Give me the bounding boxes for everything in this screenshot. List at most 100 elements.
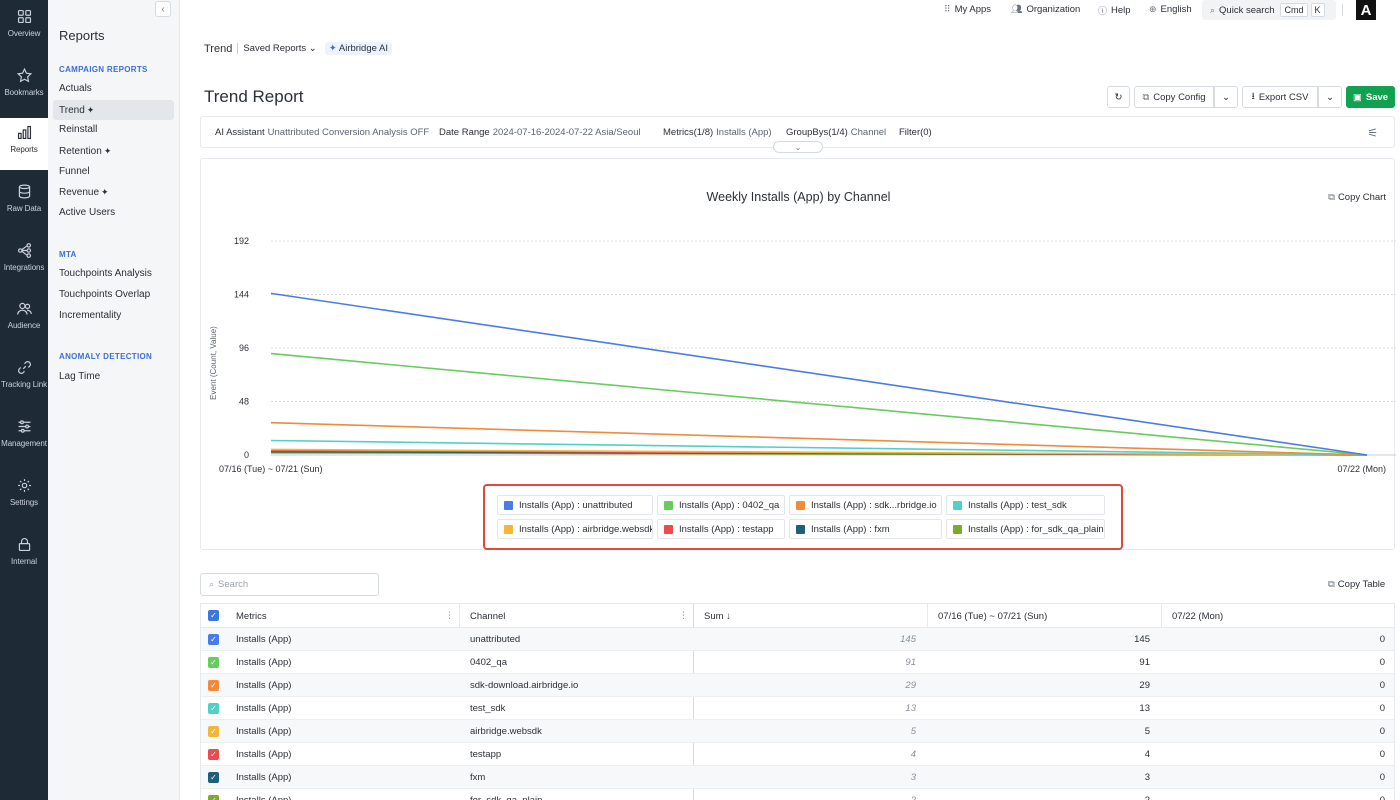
avatar[interactable]: A bbox=[1356, 0, 1376, 20]
rail-item-internal[interactable]: Internal bbox=[0, 530, 48, 582]
sliders-icon bbox=[18, 420, 30, 433]
star-icon bbox=[16, 67, 32, 83]
legend-item[interactable]: Installs (App) : test_sdk bbox=[946, 495, 1105, 515]
filter-config[interactable]: Filter(0) bbox=[899, 127, 932, 138]
refresh-button[interactable]: ↻ bbox=[1107, 86, 1130, 108]
metrics-config[interactable]: Metrics(1/8) Installs (App) bbox=[663, 127, 772, 138]
search-input[interactable] bbox=[218, 579, 369, 590]
row-checkbox[interactable]: ✓ bbox=[208, 749, 219, 760]
select-all-checkbox[interactable]: ✓ bbox=[208, 610, 219, 621]
expand-config-toggle[interactable]: ⌄ bbox=[773, 141, 823, 153]
sidebar-item-active-users[interactable]: Active Users bbox=[53, 203, 174, 223]
row-checkbox[interactable]: ✓ bbox=[208, 795, 219, 800]
audience-icon bbox=[16, 302, 32, 315]
week-value-cell: 91 bbox=[1139, 657, 1150, 668]
rail-item-reports[interactable]: Reports bbox=[0, 118, 48, 170]
collapse-sidebar-button[interactable]: ‹ bbox=[155, 1, 171, 17]
row-checkbox[interactable]: ✓ bbox=[208, 703, 219, 714]
copy-config-dropdown[interactable]: ⌄ bbox=[1214, 86, 1238, 108]
table-row[interactable]: ✓ Installs (App) 0402_qa 91 91 0 bbox=[201, 651, 1394, 674]
column-header-metrics[interactable]: Metrics bbox=[236, 611, 267, 622]
quick-search-button[interactable]: ⌕ Quick search Cmd K bbox=[1202, 0, 1336, 20]
save-button[interactable]: ▣ Save bbox=[1346, 86, 1395, 108]
language-selector[interactable]: ⊕ English bbox=[1149, 4, 1192, 15]
table-row[interactable]: ✓ Installs (App) for_sdk_qa_plain 2 2 0 bbox=[201, 789, 1394, 800]
ai-assistant-config[interactable]: AI Assistant Unattributed Conversion Anal… bbox=[215, 127, 429, 138]
copy-table-button[interactable]: ⧉ Copy Table bbox=[1328, 579, 1385, 590]
row-checkbox[interactable]: ✓ bbox=[208, 772, 219, 783]
legend-swatch bbox=[664, 500, 673, 510]
table-header: ✓ Metrics ⋮ Channel ⋮ Sum ↓ 07/16 (Tue) … bbox=[201, 604, 1394, 628]
row-checkbox[interactable]: ✓ bbox=[208, 634, 219, 645]
legend-item[interactable]: Installs (App) : unattributed bbox=[497, 495, 653, 515]
week-value-cell: 4 bbox=[1144, 749, 1150, 760]
shortcut-key: Cmd bbox=[1280, 3, 1308, 17]
day-value-cell: 0 bbox=[1379, 749, 1385, 760]
column-menu-icon[interactable]: ⋮ bbox=[445, 610, 454, 621]
row-checkbox[interactable]: ✓ bbox=[208, 657, 219, 668]
help-link[interactable]: ⓘ Help bbox=[1098, 4, 1131, 17]
saved-reports-dropdown[interactable]: Saved Reports ⌄ bbox=[243, 43, 316, 54]
sidebar-item-touchpoints-overlap[interactable]: Touchpoints Overlap bbox=[53, 285, 174, 305]
globe-icon: ⊕ bbox=[1149, 4, 1157, 14]
row-checkbox[interactable]: ✓ bbox=[208, 726, 219, 737]
sidebar-item-retention[interactable]: Retention ✦ bbox=[53, 141, 174, 161]
legend-item[interactable]: Installs (App) : airbridge.websdk bbox=[497, 519, 653, 539]
sidebar-item-lag-time[interactable]: Lag Time bbox=[53, 367, 174, 387]
export-csv-dropdown[interactable]: ⌄ bbox=[1318, 86, 1342, 108]
rail-item-tracking-link[interactable]: Tracking Link bbox=[0, 353, 48, 405]
sidebar-item-funnel[interactable]: Funnel bbox=[53, 162, 174, 182]
table-row[interactable]: ✓ Installs (App) fxm 3 3 0 bbox=[201, 766, 1394, 789]
organization-link[interactable]: 👥︎ Organization bbox=[1011, 4, 1080, 15]
table-row[interactable]: ✓ Installs (App) sdk-download.airbridge.io… bbox=[201, 674, 1394, 697]
sidebar-item-incrementality[interactable]: Incrementality bbox=[53, 306, 174, 326]
rail-item-integrations[interactable]: Integrations bbox=[0, 236, 48, 288]
column-header-day[interactable]: 07/22 (Mon) bbox=[1172, 611, 1223, 622]
legend-item[interactable]: Installs (App) : for_sdk_qa_plain bbox=[946, 519, 1105, 539]
column-menu-icon[interactable]: ⋮ bbox=[679, 610, 688, 621]
divider bbox=[237, 43, 239, 54]
sidebar-item-trend[interactable]: Trend ✦ bbox=[53, 100, 174, 120]
rail-item-raw-data[interactable]: Raw Data bbox=[0, 177, 48, 229]
sidebar-section-campaign-reports: CAMPAIGN REPORTS bbox=[59, 65, 148, 74]
week-value-cell: 13 bbox=[1139, 703, 1150, 714]
sidebar-item-revenue[interactable]: Revenue ✦ bbox=[53, 182, 174, 202]
rail-item-settings[interactable]: Settings bbox=[0, 471, 48, 523]
rail-item-overview[interactable]: Overview bbox=[0, 2, 48, 54]
table-row[interactable]: ✓ Installs (App) airbridge.websdk 5 5 0 bbox=[201, 720, 1394, 743]
sum-cell: 3 bbox=[910, 772, 916, 783]
divider bbox=[1342, 4, 1343, 16]
legend-label: Installs (App) : testapp bbox=[679, 523, 774, 535]
column-header-week[interactable]: 07/16 (Tue) ~ 07/21 (Sun) bbox=[938, 611, 1047, 622]
breadcrumb-trend[interactable]: Trend bbox=[204, 43, 232, 55]
export-csv-button[interactable]: ⭳ Export CSV bbox=[1242, 86, 1318, 108]
sidebar-item-actuals[interactable]: Actuals bbox=[53, 79, 174, 99]
gear-icon bbox=[17, 479, 31, 492]
config-key: Metrics(1/8) bbox=[663, 127, 714, 138]
settings-sliders-icon[interactable]: ⚟ bbox=[1367, 126, 1378, 140]
airbridge-ai-button[interactable]: ✦ Airbridge AI bbox=[324, 42, 392, 55]
row-checkbox[interactable]: ✓ bbox=[208, 680, 219, 691]
date-range-config[interactable]: Date Range 2024-07-16-2024-07-22 Asia/Seo… bbox=[439, 127, 641, 138]
my-apps-link[interactable]: ⠿ My Apps bbox=[944, 4, 991, 15]
table-row[interactable]: ✓ Installs (App) testapp 4 4 0 bbox=[201, 743, 1394, 766]
legend-item[interactable]: Installs (App) : fxm bbox=[789, 519, 942, 539]
rail-item-management[interactable]: Management bbox=[0, 412, 48, 464]
rail-item-audience[interactable]: Audience bbox=[0, 294, 48, 346]
copy-config-button[interactable]: ⧉ Copy Config bbox=[1134, 86, 1214, 108]
legend-item[interactable]: Installs (App) : 0402_qa bbox=[657, 495, 785, 515]
groupbys-config[interactable]: GroupBys(1/4) Channel bbox=[786, 127, 886, 138]
table-row[interactable]: ✓ Installs (App) test_sdk 13 13 0 bbox=[201, 697, 1394, 720]
legend-swatch bbox=[664, 524, 673, 534]
sidebar-item-touchpoints-analysis[interactable]: Touchpoints Analysis bbox=[53, 264, 174, 284]
column-header-sum[interactable]: Sum ↓ bbox=[704, 611, 731, 622]
table-row[interactable]: ✓ Installs (App) unattributed 145 145 0 bbox=[201, 628, 1394, 651]
legend-item[interactable]: Installs (App) : testapp bbox=[657, 519, 785, 539]
column-header-channel[interactable]: Channel bbox=[470, 611, 505, 622]
sidebar-item-reinstall[interactable]: Reinstall bbox=[53, 120, 174, 140]
lock-icon bbox=[18, 538, 30, 552]
legend-item[interactable]: Installs (App) : sdk...rbridge.io bbox=[789, 495, 942, 515]
organization-label: Organization bbox=[1026, 4, 1081, 15]
top-bar: ⠿ My Apps 👥︎ Organization ⓘ Help ⊕ English ⌕… bbox=[180, 0, 1400, 20]
rail-item-bookmarks[interactable]: Bookmarks bbox=[0, 61, 48, 113]
